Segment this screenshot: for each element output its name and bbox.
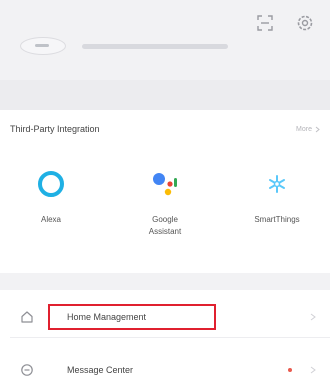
settings-list: Home Management Message Center xyxy=(0,290,330,391)
google-assistant-icon xyxy=(153,173,177,196)
integration-header: Third-Party Integration More xyxy=(10,124,320,134)
alexa-icon xyxy=(38,171,64,197)
section-spacer xyxy=(0,80,330,110)
message-icon xyxy=(21,364,33,376)
avatar[interactable] xyxy=(20,37,66,55)
section-title: Third-Party Integration xyxy=(10,124,100,134)
more-label: More xyxy=(296,125,312,133)
profile-header[interactable]: ••••••••••••• xyxy=(20,28,310,64)
highlight-box xyxy=(48,304,216,330)
chevron-right-icon xyxy=(315,126,320,132)
message-center-row[interactable]: Message Center xyxy=(0,350,330,390)
notification-dot xyxy=(288,368,292,372)
google-assistant-service[interactable]: Google Assistant xyxy=(120,168,210,238)
home-icon xyxy=(21,311,33,323)
service-label: Alexa xyxy=(40,215,61,224)
smartthings-icon xyxy=(269,175,285,193)
divider xyxy=(10,337,330,338)
smartthings-service[interactable]: SmartThings xyxy=(232,168,322,226)
alexa-service[interactable]: Alexa xyxy=(6,168,96,226)
chevron-right-icon xyxy=(310,366,316,374)
third-party-integration-card: Third-Party Integration More Alexa Googl… xyxy=(0,110,330,273)
service-label: Google Assistant xyxy=(148,215,182,236)
account-name: ••••••••••••• xyxy=(82,43,228,49)
message-center-label: Message Center xyxy=(67,365,134,375)
chevron-right-icon xyxy=(310,313,316,321)
service-label: SmartThings xyxy=(254,215,300,224)
more-link[interactable]: More xyxy=(296,126,320,133)
